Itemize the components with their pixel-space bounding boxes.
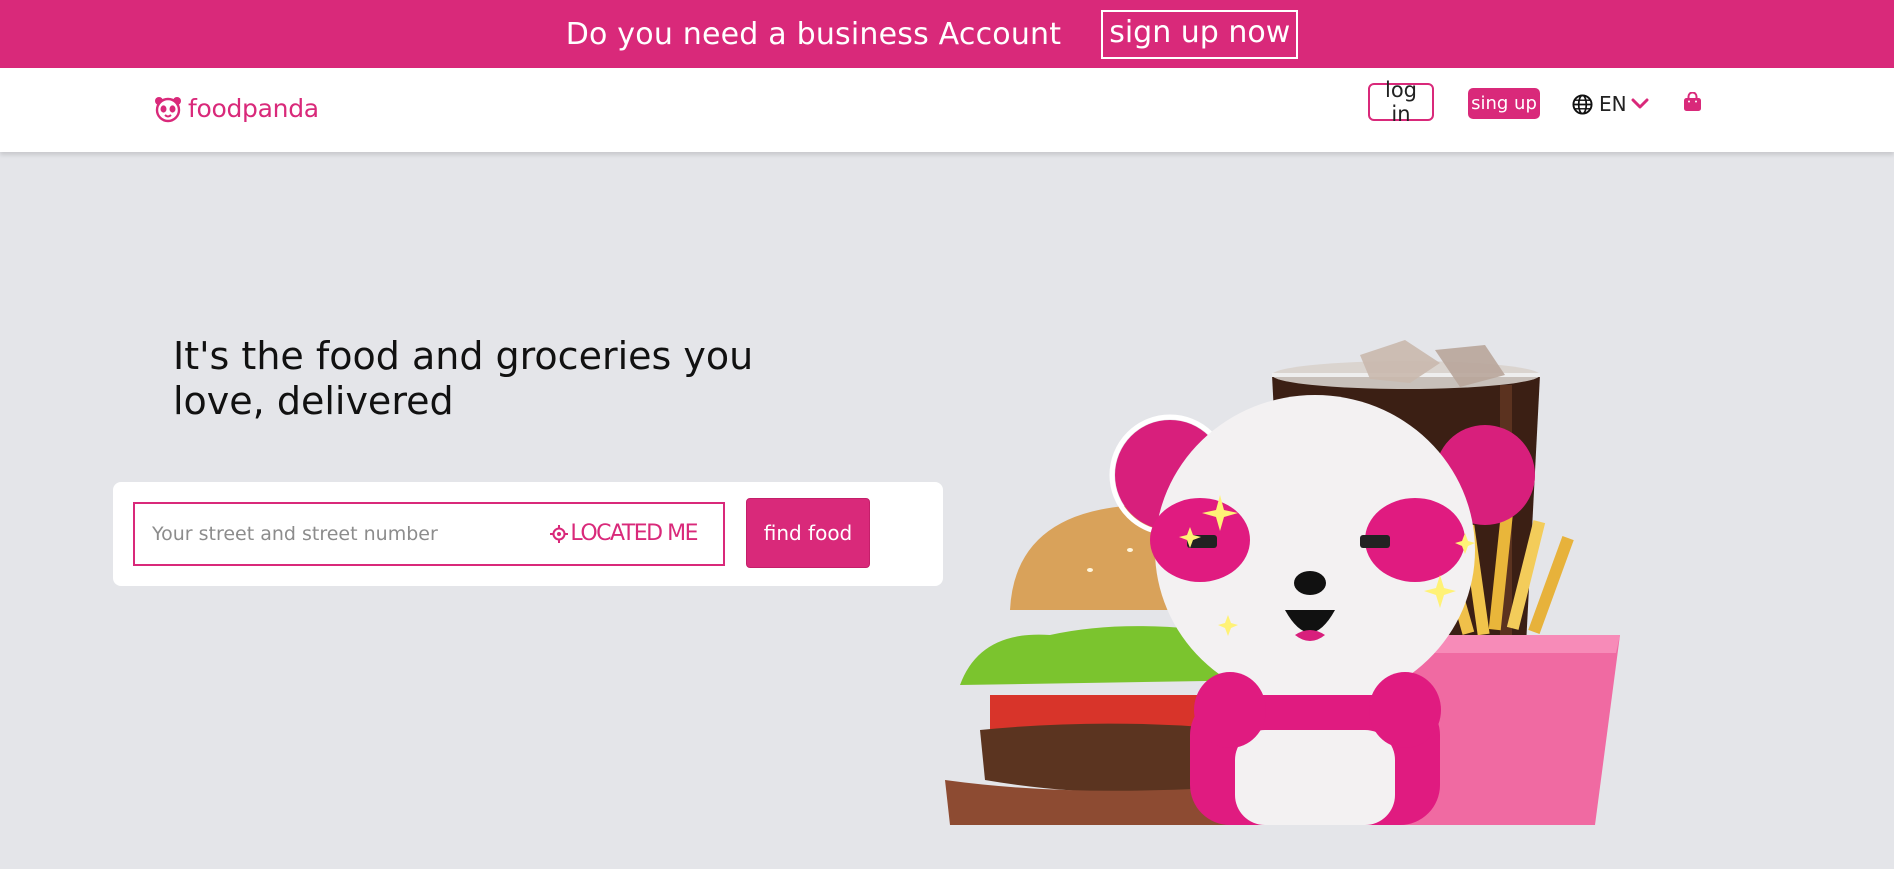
panda-logo-icon xyxy=(155,96,181,122)
address-input[interactable] xyxy=(150,522,534,546)
language-selector[interactable]: EN xyxy=(1572,92,1649,116)
cart-button[interactable] xyxy=(1683,91,1702,116)
promo-banner: Do you need a business Account sign up n… xyxy=(0,0,1894,68)
hero-illustration xyxy=(945,340,1620,825)
locate-me-button[interactable]: LOCATED ME xyxy=(550,521,698,546)
crosshair-icon xyxy=(550,524,569,543)
find-food-button[interactable]: find food xyxy=(746,498,870,568)
site-header: foodpanda log in sing up EN xyxy=(0,68,1894,152)
promo-text: Do you need a business Account xyxy=(565,16,1062,52)
brand-name: foodpanda xyxy=(188,94,319,123)
hero-headline: It's the food and groceries you love, de… xyxy=(173,334,754,423)
search-card: LOCATED ME find food xyxy=(113,482,943,586)
address-search-box: LOCATED ME xyxy=(133,502,725,566)
brand-logo[interactable]: foodpanda xyxy=(154,94,319,123)
globe-icon xyxy=(1572,93,1593,115)
locate-me-label: LOCATED ME xyxy=(570,521,698,546)
login-button[interactable]: log in xyxy=(1368,78,1434,126)
shopping-bag-icon xyxy=(1684,91,1701,111)
chevron-down-icon xyxy=(1631,98,1649,109)
language-label: EN xyxy=(1599,92,1627,116)
business-signup-button[interactable]: sign up now xyxy=(1101,9,1299,59)
signup-button[interactable]: sing up xyxy=(1468,88,1540,119)
